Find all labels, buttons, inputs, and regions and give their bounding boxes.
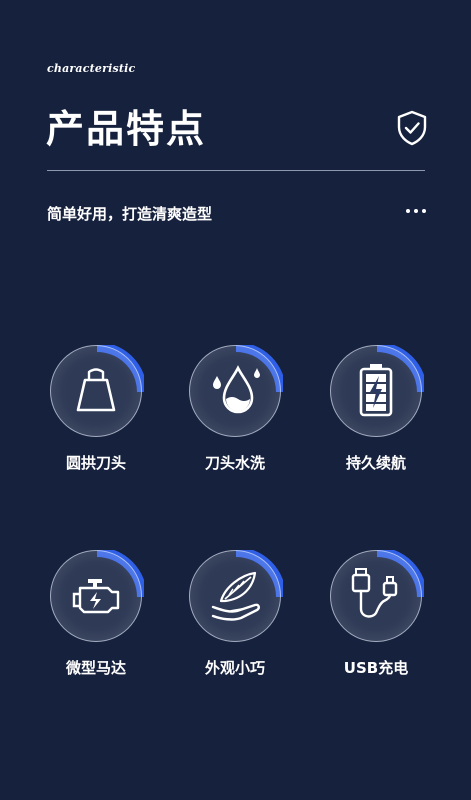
water-drop-icon <box>213 365 260 414</box>
feature-label: 外观小巧 <box>204 659 265 677</box>
feature-label: 圆拱刀头 <box>65 454 126 472</box>
feature-badge <box>330 340 430 440</box>
feature-dome-blade: 圆拱刀头 <box>26 340 166 490</box>
kicker-text: characteristic <box>47 62 136 75</box>
feature-badge <box>330 545 430 645</box>
feature-label: 持久续航 <box>345 454 406 472</box>
hand-feather-icon <box>211 571 260 621</box>
feature-battery-life: 持久续航 <box>306 340 446 490</box>
feature-badge <box>50 340 150 440</box>
feature-compact-design: 外观小巧 <box>165 545 305 695</box>
battery-icon <box>359 364 393 417</box>
subtitle: 简单好用，打造清爽造型 <box>47 205 213 223</box>
feature-badge <box>189 340 289 440</box>
shield-check-icon <box>397 110 427 146</box>
feature-micro-motor: 微型马达 <box>26 545 166 695</box>
feature-usb-charging: USB充电 <box>306 545 446 695</box>
header-divider <box>47 170 425 171</box>
dome-blade-icon <box>76 368 116 412</box>
more-icon[interactable] <box>406 208 426 214</box>
feature-label: 微型马达 <box>65 659 126 677</box>
feature-water-wash: 刀头水洗 <box>165 340 305 490</box>
page-title: 产品特点 <box>46 107 207 151</box>
feature-label: USB充电 <box>343 659 409 677</box>
feature-label: 刀头水洗 <box>204 454 265 472</box>
usb-cable-icon <box>351 568 398 618</box>
feature-badge <box>50 545 150 645</box>
feature-badge <box>189 545 289 645</box>
motor-icon <box>72 579 120 614</box>
